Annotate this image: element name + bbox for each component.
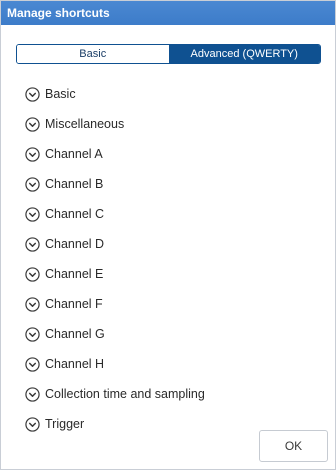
section-label: Collection time and sampling	[45, 387, 205, 401]
shortcut-section-list: Basic Miscellaneous Channel A Channel B …	[25, 79, 325, 439]
section-collection-time-and-sampling[interactable]: Collection time and sampling	[25, 379, 325, 409]
section-channel-b[interactable]: Channel B	[25, 169, 325, 199]
section-basic[interactable]: Basic	[25, 79, 325, 109]
shortcut-layout-toggle: Basic Advanced (QWERTY)	[16, 44, 321, 64]
chevron-down-circle-icon	[25, 146, 40, 162]
chevron-down-circle-icon	[25, 206, 40, 222]
section-channel-c[interactable]: Channel C	[25, 199, 325, 229]
section-channel-a[interactable]: Channel A	[25, 139, 325, 169]
chevron-down-circle-icon	[25, 326, 40, 342]
chevron-down-circle-icon	[25, 266, 40, 282]
chevron-down-circle-icon	[25, 86, 40, 102]
section-label: Trigger	[45, 417, 85, 431]
chevron-down-circle-icon	[25, 416, 40, 432]
chevron-down-circle-icon	[25, 356, 40, 372]
chevron-down-circle-icon	[25, 176, 40, 192]
chevron-down-circle-icon	[25, 116, 40, 132]
section-label: Channel F	[45, 297, 103, 311]
section-label: Channel G	[45, 327, 105, 341]
section-label: Channel E	[45, 267, 104, 281]
section-label: Miscellaneous	[45, 117, 125, 131]
ok-button[interactable]: OK	[259, 430, 328, 462]
tab-advanced-qwerty[interactable]: Advanced (QWERTY)	[168, 45, 320, 63]
section-label: Channel C	[45, 207, 105, 221]
chevron-down-circle-icon	[25, 386, 40, 402]
chevron-down-circle-icon	[25, 296, 40, 312]
manage-shortcuts-dialog: Manage shortcuts Basic Advanced (QWERTY)…	[0, 0, 336, 470]
section-label: Basic	[45, 87, 76, 101]
section-channel-h[interactable]: Channel H	[25, 349, 325, 379]
section-label: Channel D	[45, 237, 105, 251]
section-channel-d[interactable]: Channel D	[25, 229, 325, 259]
section-miscellaneous[interactable]: Miscellaneous	[25, 109, 325, 139]
tab-basic[interactable]: Basic	[17, 45, 169, 63]
section-channel-e[interactable]: Channel E	[25, 259, 325, 289]
dialog-title: Manage shortcuts	[1, 1, 335, 25]
section-label: Channel H	[45, 357, 105, 371]
section-channel-g[interactable]: Channel G	[25, 319, 325, 349]
section-channel-f[interactable]: Channel F	[25, 289, 325, 319]
section-label: Channel B	[45, 177, 104, 191]
chevron-down-circle-icon	[25, 236, 40, 252]
section-label: Channel A	[45, 147, 103, 161]
